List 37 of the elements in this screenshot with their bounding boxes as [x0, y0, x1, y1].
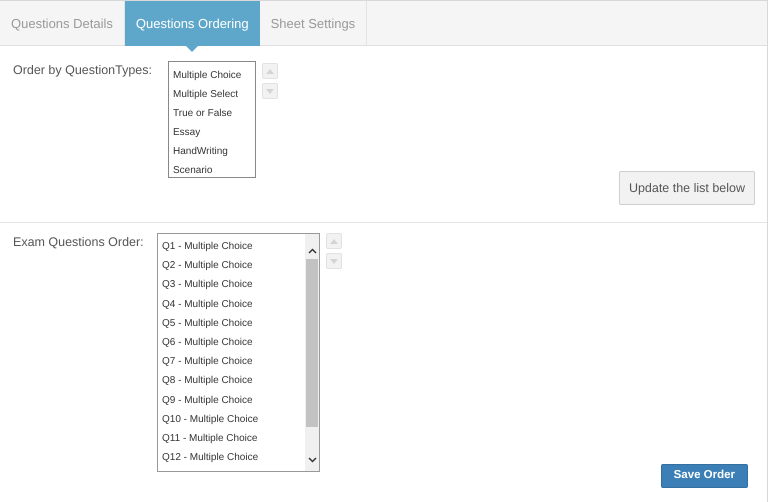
list-option[interactable]: Q7 - Multiple Choice — [162, 352, 305, 372]
question-type-listbox[interactable]: Multiple Choice Multiple Select True or False Essay HandWriting Scenario — [168, 61, 256, 178]
list-option[interactable]: True or False — [173, 104, 255, 123]
field-label: Exam Questions Order: — [13, 234, 145, 251]
move-down-button[interactable] — [326, 253, 342, 269]
question-order-listbox[interactable] — [157, 233, 320, 472]
list-option[interactable]: HandWriting — [173, 142, 255, 161]
down-triangle-icon — [330, 258, 338, 264]
chevron-down-icon — [308, 457, 316, 463]
up-triangle-icon — [330, 238, 338, 244]
up-triangle-icon — [266, 68, 274, 74]
list-option[interactable]: Q2 - Multiple Choice — [162, 256, 305, 276]
list-option[interactable]: Essay — [173, 123, 255, 142]
list-option[interactable]: Q4 - Multiple Choice — [162, 294, 305, 314]
chevron-up-icon — [308, 248, 316, 254]
list-option[interactable]: Q3 - Multiple Choice — [162, 275, 305, 295]
scrollbar-thumb[interactable] — [306, 259, 318, 427]
move-up-button[interactable] — [326, 233, 342, 249]
field-label: Order by QuestionTypes: — [13, 62, 153, 79]
update-list-button[interactable]: Update the list below — [618, 171, 755, 205]
list-option[interactable]: Multiple Select — [173, 85, 255, 104]
move-up-button[interactable] — [262, 63, 278, 79]
list-option[interactable]: Q11 - Multiple Choice — [162, 428, 305, 448]
list-option[interactable]: Q6 - Multiple Choice — [162, 332, 305, 352]
down-triangle-icon — [266, 88, 274, 94]
move-down-button[interactable] — [262, 83, 278, 99]
scrollbar[interactable] — [305, 234, 319, 471]
list-option[interactable]: Q8 - Multiple Choice — [162, 371, 305, 390]
list-option[interactable]: Q12 - Multiple Choice — [162, 448, 305, 468]
tab-pointer-icon — [186, 46, 198, 52]
list-option[interactable]: Q5 - Multiple Choice — [162, 314, 305, 333]
save-order-button[interactable]: Save Order — [660, 464, 748, 488]
list-option[interactable]: Scenario — [173, 161, 255, 180]
list-option[interactable]: Q1 - Multiple Choice — [162, 237, 305, 256]
list-option[interactable]: Multiple Choice — [173, 66, 255, 85]
list-option[interactable]: Q9 - Multiple Choice — [162, 390, 305, 410]
list-option[interactable]: Q10 - Multiple Choice — [162, 410, 305, 429]
